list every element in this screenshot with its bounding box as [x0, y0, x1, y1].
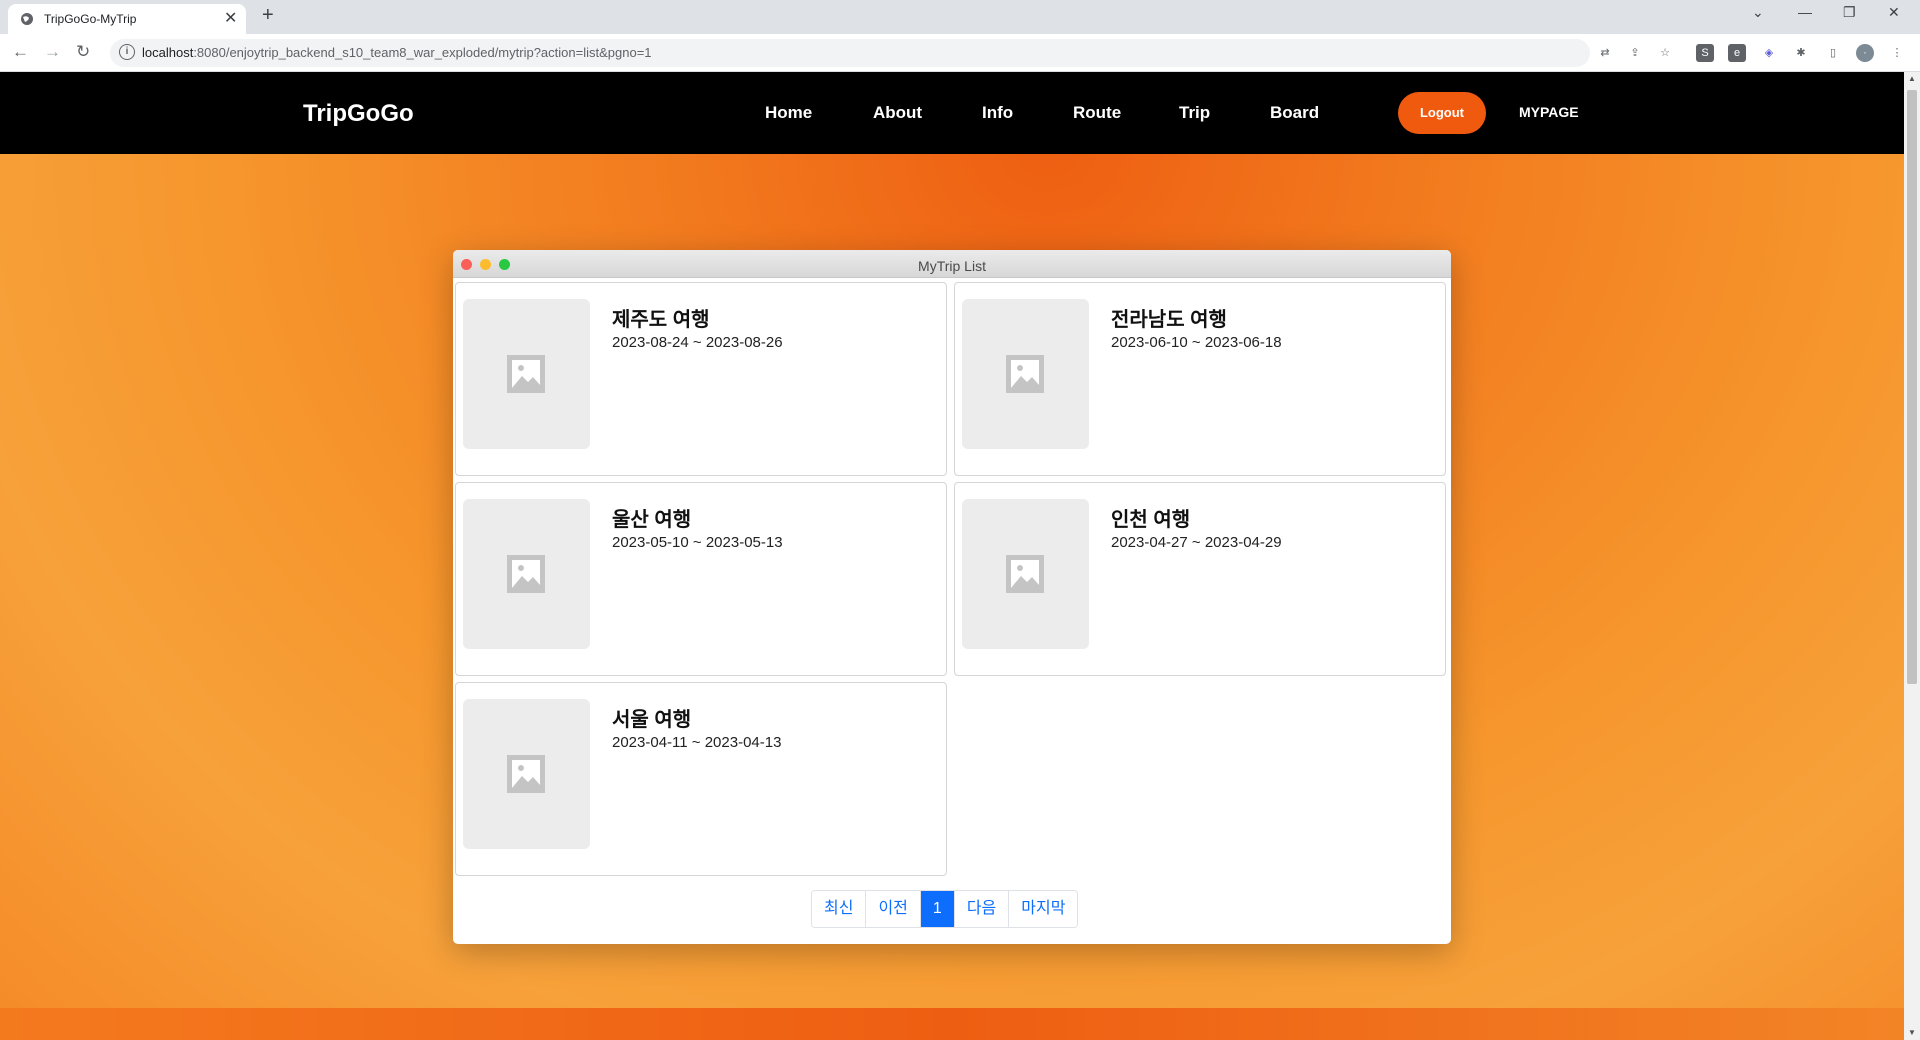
- trip-dates: 2023-06-10 ~ 2023-06-18: [1111, 334, 1282, 351]
- image-placeholder-icon: [507, 355, 545, 393]
- image-placeholder-icon: [507, 555, 545, 593]
- trip-title: 서울 여행: [612, 709, 692, 731]
- bookmark-star-icon[interactable]: ☆: [1656, 44, 1674, 62]
- tab-close-icon[interactable]: ✕: [224, 8, 237, 28]
- window-titlebar: MyTrip List: [453, 250, 1451, 278]
- nav-board[interactable]: Board: [1270, 103, 1319, 123]
- page-viewport: TripGoGo Home About Info Route Trip Boar…: [0, 72, 1904, 1040]
- extension-se-icon[interactable]: S: [1696, 44, 1714, 62]
- trip-dates: 2023-05-10 ~ 2023-05-13: [612, 534, 783, 551]
- forward-icon[interactable]: →: [44, 42, 61, 62]
- translate-icon[interactable]: ⇄: [1596, 44, 1614, 62]
- trip-dates: 2023-04-11 ~ 2023-04-13: [612, 734, 782, 751]
- page-prev-button[interactable]: 이전: [866, 891, 921, 927]
- back-icon[interactable]: ←: [12, 42, 29, 62]
- extension-diamond-icon[interactable]: ◈: [1760, 44, 1778, 62]
- tab-search-icon[interactable]: ⌄: [1752, 4, 1764, 21]
- trip-card[interactable]: 제주도 여행 2023-08-24 ~ 2023-08-26: [455, 282, 947, 476]
- site-info-icon[interactable]: i: [119, 44, 135, 60]
- logout-button[interactable]: Logout: [1398, 92, 1486, 134]
- page-current-button[interactable]: 1: [920, 891, 955, 927]
- extensions-puzzle-icon[interactable]: ✱: [1792, 44, 1810, 62]
- trip-card[interactable]: 서울 여행 2023-04-11 ~ 2023-04-13: [455, 682, 947, 876]
- pagination: 최신 이전 1 다음 마지막: [811, 890, 1079, 928]
- page-next-button[interactable]: 다음: [954, 891, 1010, 927]
- image-placeholder-icon: [1006, 555, 1044, 593]
- trip-thumbnail: [962, 299, 1089, 449]
- trip-thumbnail: [463, 499, 590, 649]
- nav-info[interactable]: Info: [982, 103, 1013, 123]
- trip-dates: 2023-08-24 ~ 2023-08-26: [612, 334, 783, 351]
- browser-tab[interactable]: TripGoGo-MyTrip ✕: [8, 4, 246, 34]
- new-tab-icon[interactable]: +: [262, 4, 274, 27]
- trip-card[interactable]: 인천 여행 2023-04-27 ~ 2023-04-29: [954, 482, 1446, 676]
- mytrip-window: MyTrip List 제주도 여행 2023-08-24 ~ 2023-08-…: [453, 250, 1451, 944]
- trip-dates: 2023-04-27 ~ 2023-04-29: [1111, 534, 1282, 551]
- url-field[interactable]: i localhost:8080/enjoytrip_backend_s10_t…: [110, 39, 1590, 67]
- side-panel-icon[interactable]: ▯: [1824, 44, 1842, 62]
- share-icon[interactable]: ⇪: [1626, 44, 1644, 62]
- reload-icon[interactable]: ↻: [76, 42, 90, 62]
- site-logo[interactable]: TripGoGo: [303, 100, 414, 128]
- trip-title: 전라남도 여행: [1111, 309, 1227, 331]
- close-window-icon[interactable]: ✕: [1888, 4, 1900, 21]
- footer-band: [0, 1008, 1904, 1040]
- restore-icon[interactable]: ❐: [1843, 4, 1856, 21]
- nav-trip[interactable]: Trip: [1179, 103, 1210, 123]
- nav-home[interactable]: Home: [765, 103, 812, 123]
- menu-dots-icon[interactable]: ⋮: [1888, 44, 1906, 62]
- image-placeholder-icon: [507, 755, 545, 793]
- globe-icon: [21, 13, 33, 25]
- site-header: TripGoGo Home About Info Route Trip Boar…: [0, 72, 1904, 154]
- profile-avatar-icon[interactable]: ·: [1856, 44, 1874, 62]
- trip-thumbnail: [463, 699, 590, 849]
- nav-about[interactable]: About: [873, 103, 922, 123]
- address-bar: ← → ↻ i localhost:8080/enjoytrip_backend…: [0, 34, 1920, 72]
- tab-title: TripGoGo-MyTrip: [44, 12, 137, 26]
- trip-title: 제주도 여행: [612, 309, 710, 331]
- mypage-link[interactable]: MYPAGE: [1519, 104, 1579, 120]
- trip-thumbnail: [962, 499, 1089, 649]
- nav-route[interactable]: Route: [1073, 103, 1121, 123]
- trip-card[interactable]: 전라남도 여행 2023-06-10 ~ 2023-06-18: [954, 282, 1446, 476]
- trip-title: 울산 여행: [612, 509, 692, 531]
- scroll-up-icon[interactable]: ▲: [1908, 74, 1916, 83]
- trip-thumbnail: [463, 299, 590, 449]
- scrollbar-thumb[interactable]: [1907, 90, 1917, 684]
- minimize-icon[interactable]: —: [1798, 4, 1812, 20]
- scroll-down-icon[interactable]: ▼: [1908, 1028, 1916, 1037]
- extension-e-icon[interactable]: e: [1728, 44, 1746, 62]
- trip-card[interactable]: 울산 여행 2023-05-10 ~ 2023-05-13: [455, 482, 947, 676]
- trip-title: 인천 여행: [1111, 509, 1191, 531]
- page-scrollbar[interactable]: ▲ ▼: [1904, 72, 1920, 1040]
- image-placeholder-icon: [1006, 355, 1044, 393]
- page-last-button[interactable]: 마지막: [1009, 891, 1078, 927]
- url-text: localhost:8080/enjoytrip_backend_s10_tea…: [142, 45, 652, 60]
- window-title: MyTrip List: [918, 258, 986, 274]
- browser-tab-bar: TripGoGo-MyTrip ✕ + ⌄ — ❐ ✕: [0, 0, 1920, 34]
- page-first-button[interactable]: 최신: [812, 891, 867, 927]
